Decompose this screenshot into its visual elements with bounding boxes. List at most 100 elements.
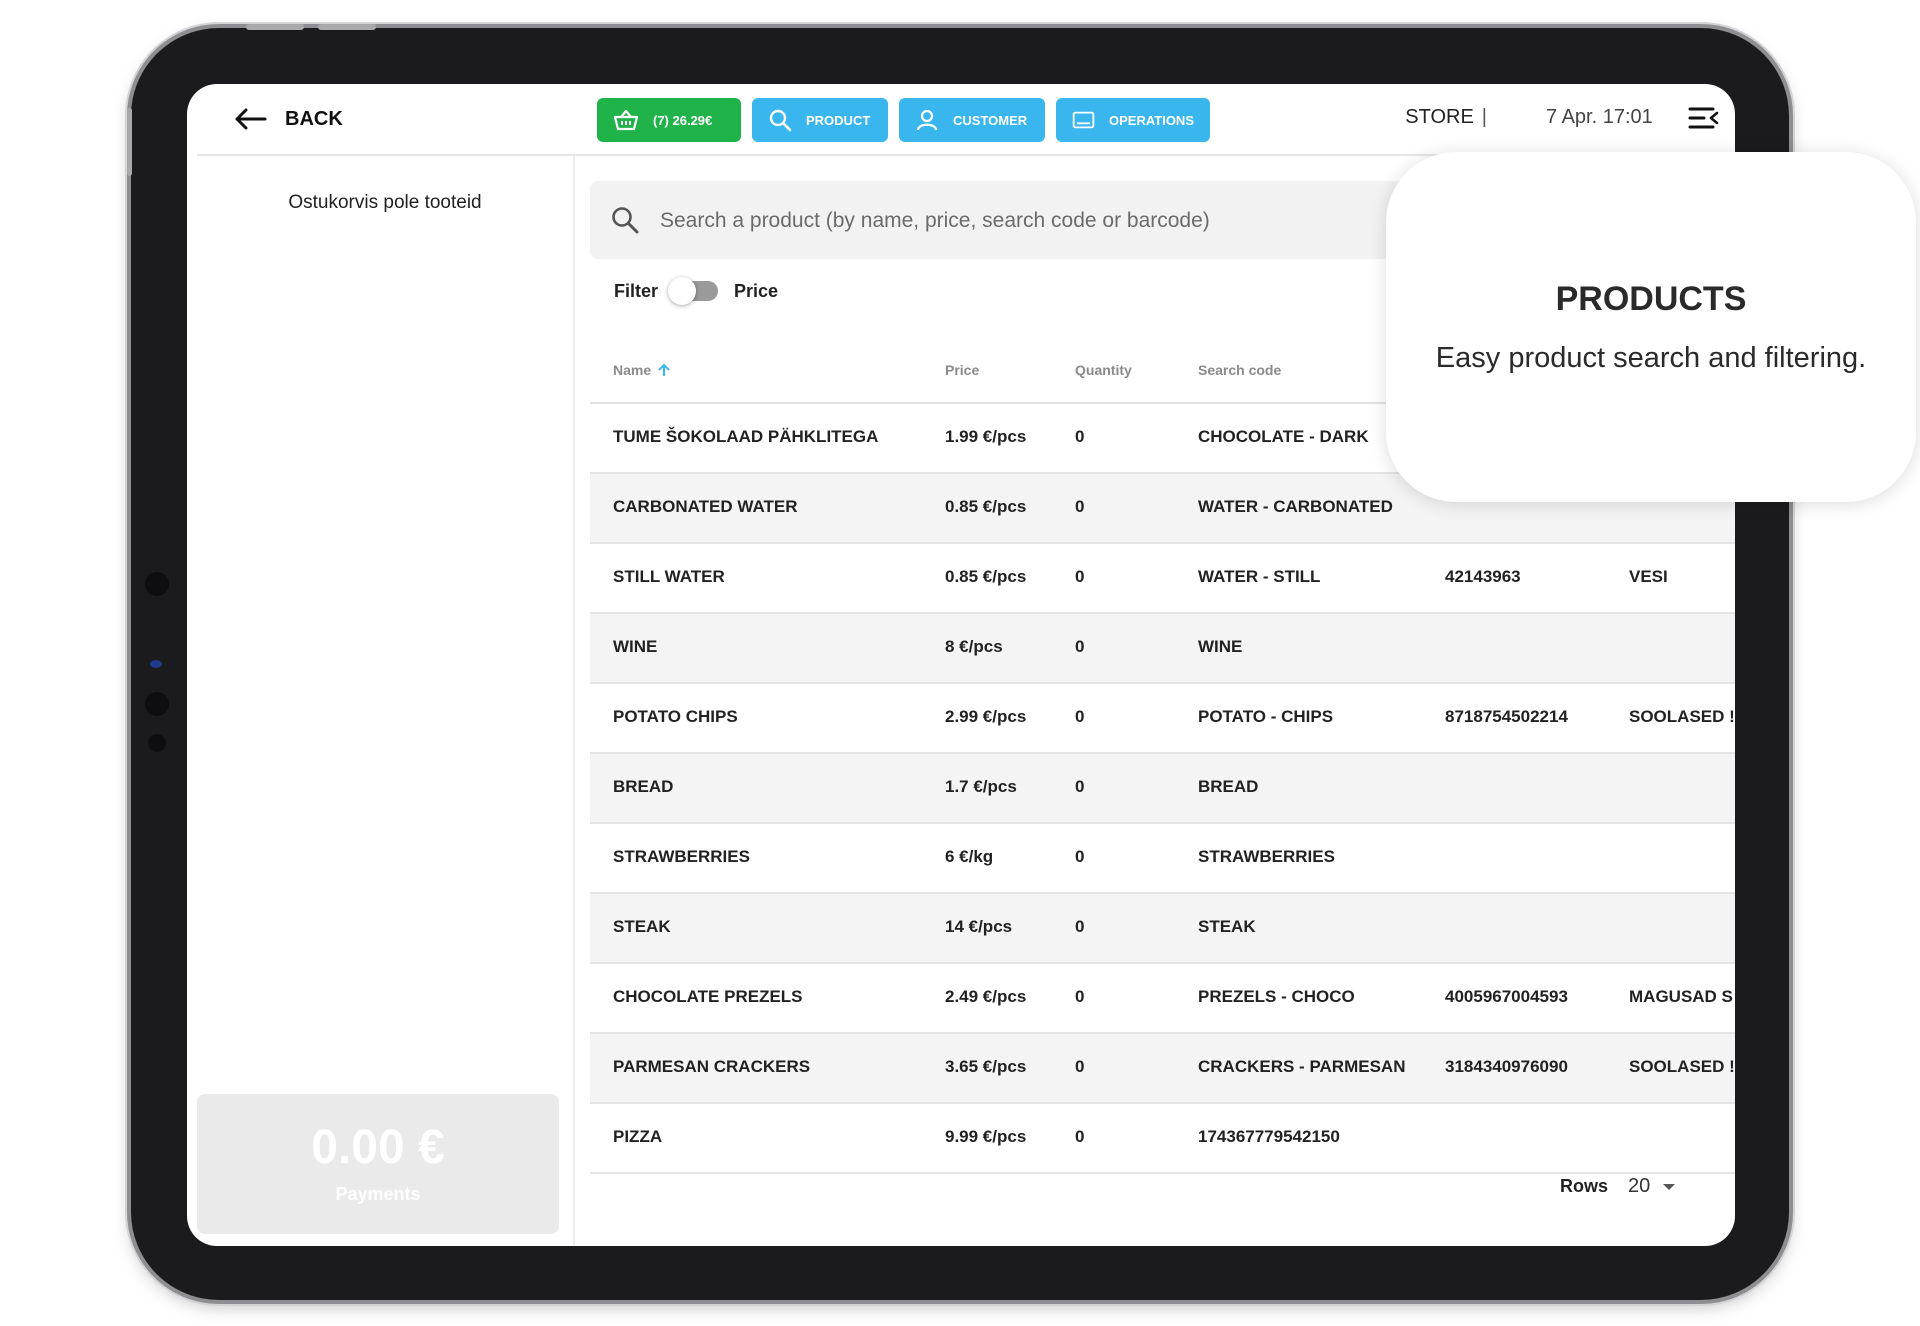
table-row[interactable]: CHOCOLATE PREZELS 2.49 €/pcs 0 PREZELS - CH… [590,964,1735,1034]
back-button[interactable]: BACK [235,102,343,136]
product-name: TUME ŠOKOLAAD PÄHKLITEGA [613,427,879,446]
product-quantity: 0 [1075,567,1085,586]
product-search-code: STRAWBERRIES [1198,847,1335,866]
table-row[interactable]: PIZZA 9.99 €/pcs 0 174367779542150 [590,1104,1735,1174]
product-group: SOOLASED ! [1629,707,1735,726]
back-label: BACK [285,107,343,130]
pagination: Rows 20 [1560,1175,1676,1198]
store-indicator: STORE | [1405,106,1499,129]
product-barcode: 8718754502214 [1445,707,1568,726]
product-price: 3.65 €/pcs [945,1057,1027,1076]
camera-lens [150,660,162,668]
operations-button[interactable]: OPERATIONS [1056,98,1210,142]
rows-per-page-select[interactable]: 20 [1628,1175,1650,1198]
rows-label: Rows [1560,1176,1609,1196]
product-name: CHOCOLATE PREZELS [613,987,803,1006]
datetime: 7 Apr. 17:01 [1546,106,1653,128]
toggle-knob [668,277,697,305]
product-quantity: 0 [1075,1057,1085,1076]
menu-collapse-icon [1688,107,1719,129]
search-icon [612,207,639,234]
product-quantity: 0 [1075,637,1085,656]
store-label: STORE [1405,106,1474,128]
product-quantity: 0 [1075,1127,1085,1146]
product-search-code: CHOCOLATE - DARK [1198,427,1369,446]
product-name: BREAD [613,777,674,796]
product-search-code: PREZELS - CHOCO [1198,987,1355,1006]
payments-button[interactable]: 0.00 € Payments [197,1094,559,1234]
payments-label: Payments [335,1184,421,1204]
product-search-code: 174367779542150 [1198,1127,1340,1146]
column-header-name[interactable]: Name [613,362,671,378]
product-search-code: CRACKERS - PARMESAN [1198,1057,1406,1076]
promo-subtitle: Easy product search and filtering. [1435,342,1867,374]
product-search-code: WATER - STILL [1198,567,1321,586]
product-quantity: 0 [1075,707,1085,726]
table-body: TUME ŠOKOLAAD PÄHKLITEGA 1.99 €/pcs 0 CHOCO… [590,404,1735,1174]
table-row[interactable]: STRAWBERRIES 6 €/kg 0 STRAWBERRIES [590,824,1735,894]
separator: | [1481,106,1487,128]
volume-button [246,24,304,30]
price-filter-label: Price [734,280,779,301]
product-quantity: 0 [1075,847,1085,866]
table-row[interactable]: STILL WATER 0.85 €/pcs 0 WATER - STILL 42143… [590,544,1735,614]
column-header-price[interactable]: Price [945,362,979,378]
product-barcode: 3184340976090 [1445,1057,1568,1076]
cart-panel: Ostukorvis pole tooteid 0.00 € Payments [197,156,575,1246]
product-search-code: POTATO - CHIPS [1198,707,1334,726]
basket-icon [613,109,639,131]
product-price: 1.99 €/pcs [945,427,1027,446]
cart-button[interactable]: (7) 26.29€ [597,98,741,142]
customer-label: CUSTOMER [953,112,1028,128]
table-row[interactable]: WINE 8 €/pcs 0 WINE [590,614,1735,684]
column-header-search-code[interactable]: Search code [1198,362,1281,378]
volume-button [318,24,376,30]
product-search-code: WINE [1198,637,1243,656]
column-header-label: Name [613,362,652,378]
cart-total: 0.00 € [311,1121,445,1174]
table-row[interactable]: STEAK 14 €/pcs 0 STEAK [590,894,1735,964]
product-price: 0.85 €/pcs [945,567,1027,586]
product-barcode: 42143963 [1445,567,1521,586]
product-quantity: 0 [1075,427,1085,446]
menu-button[interactable] [1687,104,1719,132]
product-price: 1.7 €/pcs [945,777,1017,796]
price-filter-toggle[interactable] [668,277,719,305]
product-name: STILL WATER [613,567,725,586]
filter-label: Filter [614,280,659,301]
search-icon [769,109,792,132]
product-price: 9.99 €/pcs [945,1127,1027,1146]
chevron-down-icon[interactable] [1662,1182,1676,1192]
product-label: PRODUCT [806,112,871,128]
top-bar: BACK (7) 26.29€ PRODUCT CUSTOMER OPERATI… [197,84,1731,156]
promo-card: PRODUCTS Easy product search and filteri… [1386,152,1916,502]
product-quantity: 0 [1075,987,1085,1006]
table-row[interactable]: BREAD 1.7 €/pcs 0 BREAD [590,754,1735,824]
product-price: 14 €/pcs [945,917,1013,936]
sort-asc-icon [658,363,670,376]
filter-row: Filter Price [614,274,778,308]
product-price: 6 €/kg [945,847,994,866]
product-quantity: 0 [1075,917,1085,936]
product-group: SOOLASED ! [1629,1057,1735,1076]
table-row[interactable]: PARMESAN CRACKERS 3.65 €/pcs 0 CRACKERS - P… [590,1034,1735,1104]
operations-label: OPERATIONS [1109,112,1194,128]
promo-title: PRODUCTS [1555,280,1747,318]
product-group: MAGUSAD S [1629,987,1733,1006]
product-button[interactable]: PRODUCT [752,98,888,142]
product-name: PARMESAN CRACKERS [613,1057,811,1076]
table-row[interactable]: POTATO CHIPS 2.99 €/pcs 0 POTATO - CHIPS 871… [590,684,1735,754]
product-price: 2.99 €/pcs [945,707,1027,726]
product-search-code: STEAK [1198,917,1256,936]
product-name: STEAK [613,917,671,936]
camera-sensor [145,572,169,596]
user-icon [916,109,938,131]
column-header-quantity[interactable]: Quantity [1075,362,1132,378]
product-name: PIZZA [613,1127,663,1146]
product-search-code: BREAD [1198,777,1259,796]
product-name: POTATO CHIPS [613,707,738,726]
power-button [127,108,132,176]
customer-button[interactable]: CUSTOMER [899,98,1045,142]
camera-sensor [145,692,169,716]
product-price: 0.85 €/pcs [945,497,1027,516]
